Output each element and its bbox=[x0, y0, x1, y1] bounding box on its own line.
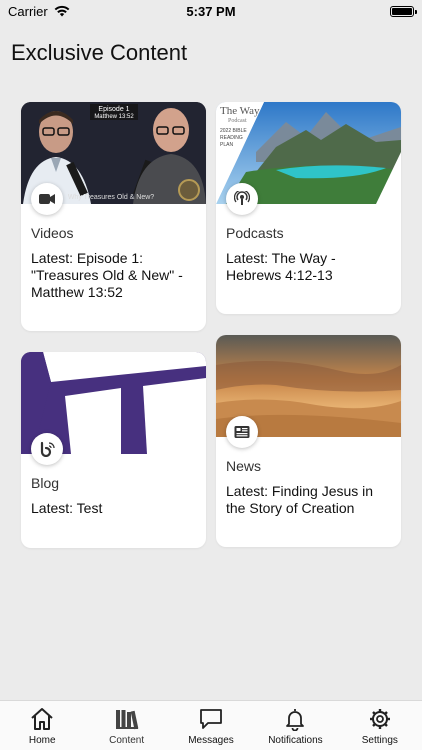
status-bar: Carrier 5:37 PM bbox=[0, 0, 422, 22]
newspaper-icon bbox=[226, 416, 258, 448]
videos-card[interactable]: Episode 1 Matthew 13:52 Why Treasures Ol… bbox=[21, 102, 206, 331]
tab-messages-label: Messages bbox=[188, 735, 234, 746]
podcast-icon bbox=[226, 183, 258, 215]
videos-category: Videos bbox=[31, 225, 74, 241]
blog-latest: Latest: Test bbox=[31, 500, 103, 516]
tab-home[interactable]: Home bbox=[0, 701, 84, 750]
podcast-brand-text: The Way bbox=[220, 105, 260, 117]
carrier-label: Carrier bbox=[8, 3, 48, 19]
tab-notifications[interactable]: Notifications bbox=[253, 701, 337, 750]
tab-content-label: Content bbox=[109, 735, 145, 746]
podcast-plan-line1: 2022 BIBLE bbox=[220, 128, 247, 134]
tab-notifications-label: Notifications bbox=[268, 735, 323, 746]
video-camera-icon bbox=[31, 183, 63, 215]
tab-home-label: Home bbox=[28, 735, 56, 746]
blog-category: Blog bbox=[31, 475, 60, 491]
tab-messages[interactable]: Messages bbox=[169, 701, 253, 750]
news-latest: Latest: Finding Jesus in the Story of Cr… bbox=[226, 483, 374, 516]
news-card[interactable]: News Latest: Finding Jesus in the Story … bbox=[216, 335, 401, 547]
tab-settings[interactable]: Settings bbox=[338, 701, 422, 750]
gear-icon bbox=[369, 709, 390, 729]
tab-settings-label: Settings bbox=[361, 735, 398, 746]
videos-caption-text: Why Treasures Old & New? bbox=[68, 194, 154, 201]
status-left: Carrier bbox=[8, 4, 70, 19]
bell-icon bbox=[286, 709, 305, 731]
blog-icon bbox=[31, 433, 63, 465]
tab-bar: Home Content Messages Notifications Sett… bbox=[0, 700, 422, 750]
podcasts-category: Podcasts bbox=[226, 225, 284, 241]
podcast-sub-text: Podcast bbox=[228, 118, 247, 124]
videos-verse-text: Matthew 13:52 bbox=[94, 114, 134, 120]
library-icon bbox=[115, 710, 138, 730]
videos-latest: Latest: Episode 1: "Treasures Old & New"… bbox=[31, 250, 183, 300]
home-icon bbox=[31, 708, 53, 730]
battery-icon bbox=[390, 5, 417, 17]
videos-episode-text: Episode 1 bbox=[98, 106, 129, 113]
tab-content[interactable]: Content bbox=[84, 701, 168, 750]
page-title: Exclusive Content bbox=[11, 40, 188, 65]
blog-card[interactable]: Blog Latest: Test bbox=[21, 352, 206, 548]
chat-bubble-icon bbox=[200, 709, 222, 729]
podcast-plan-line2: READING bbox=[220, 135, 243, 141]
wifi-icon bbox=[54, 5, 70, 17]
podcasts-latest: Latest: The Way - Hebrews 4:12-13 bbox=[226, 250, 336, 283]
podcast-plan-line3: PLAN bbox=[220, 142, 233, 148]
news-category: News bbox=[226, 458, 262, 474]
podcasts-card[interactable]: The Way Podcast 2022 BIBLE READING PLAN … bbox=[216, 102, 401, 314]
